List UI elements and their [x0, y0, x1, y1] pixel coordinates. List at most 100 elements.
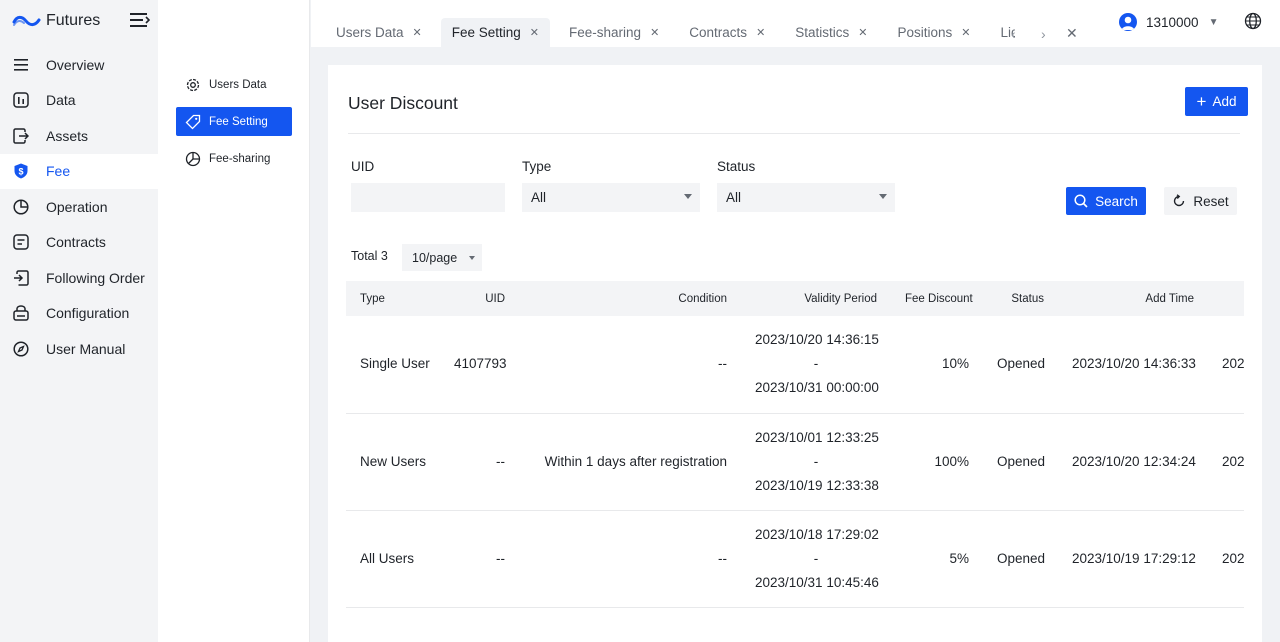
status-select[interactable]: All	[717, 183, 895, 212]
cell-validity: 2023/10/18 17:29:02 - 2023/10/31 10:45:4…	[741, 510, 891, 608]
table-row[interactable]: All Users -- -- 2023/10/18 17:29:02 - 20…	[346, 510, 1244, 608]
tab-positions[interactable]: Positions ✕	[887, 18, 982, 47]
tab-label: Fee-sharing	[569, 25, 642, 40]
document-icon	[12, 234, 29, 251]
page-title: User Discount	[348, 93, 458, 113]
subnav-fee-setting[interactable]: Fee Setting	[176, 107, 292, 136]
top-bar: Users Data ✕ Fee Setting ✕ Fee-sharing ✕…	[311, 0, 1280, 47]
search-icon	[1074, 194, 1088, 208]
validity-start: 2023/10/01 12:33:25	[755, 429, 879, 445]
cell-fee-discount: 100%	[891, 413, 983, 511]
tab-fee-setting[interactable]: Fee Setting ✕	[440, 18, 551, 47]
cell-status: Opened	[983, 413, 1058, 511]
main-menu: Overview Data Assets $ Fee Operation Con…	[0, 47, 158, 367]
col-status: Status	[983, 281, 1058, 316]
caret-down-icon: ▼	[1208, 16, 1219, 28]
sidebar-item-contracts[interactable]: Contracts	[0, 225, 158, 261]
subnav-users-data[interactable]: Users Data	[176, 70, 292, 99]
plus-icon: +	[1196, 92, 1207, 111]
sidebar-item-label: Overview	[46, 56, 105, 73]
add-button[interactable]: + Add	[1185, 87, 1248, 116]
sidebar-item-label: Configuration	[46, 305, 130, 322]
subnav-label: Fee-sharing	[209, 152, 271, 165]
bar-chart-icon	[12, 92, 29, 109]
add-button-label: Add	[1212, 94, 1237, 109]
cell-add-time: 2023/10/20 12:34:24	[1058, 413, 1208, 511]
chevron-right-icon[interactable]: ›	[1041, 26, 1046, 42]
tab-statistics[interactable]: Statistics ✕	[784, 18, 878, 47]
close-all-tabs-icon[interactable]: ✕	[1066, 25, 1078, 42]
futures-logo-icon	[12, 15, 41, 27]
tab-contracts[interactable]: Contracts ✕	[678, 18, 776, 47]
search-button[interactable]: Search	[1066, 187, 1146, 215]
menu-collapse-icon[interactable]	[130, 12, 150, 28]
sidebar-item-data[interactable]: Data	[0, 83, 158, 119]
col-uid: UID	[440, 281, 519, 316]
sidebar-item-user-manual[interactable]: User Manual	[0, 331, 158, 367]
follow-icon	[12, 269, 29, 286]
reset-button[interactable]: Reset	[1164, 187, 1237, 215]
user-menu[interactable]: 1310000 ▼	[1119, 10, 1218, 34]
sidebar-item-overview[interactable]: Overview	[0, 47, 158, 83]
sidebar-item-operation[interactable]: Operation	[0, 189, 158, 225]
table-row[interactable]: New Users -- Within 1 days after registr…	[346, 413, 1244, 511]
col-condition: Condition	[519, 281, 741, 316]
close-icon[interactable]: ✕	[530, 26, 539, 39]
tab-strip: Users Data ✕ Fee Setting ✕ Fee-sharing ✕…	[325, 18, 1015, 47]
export-icon	[12, 127, 29, 144]
col-type: Type	[346, 281, 440, 316]
col-fee-discount: Fee Discount	[891, 281, 983, 316]
user-name: 1310000	[1146, 14, 1199, 30]
cell-condition: --	[519, 510, 741, 608]
sub-sidebar: Users Data Fee Setting Fee-sharing	[158, 0, 310, 642]
sidebar-item-following-order[interactable]: Following Order	[0, 260, 158, 296]
caret-down-icon	[469, 256, 475, 260]
sidebar-item-fee[interactable]: $ Fee	[0, 153, 158, 189]
main-sidebar: Futures Overview Data Assets $ Fee Opera…	[0, 0, 158, 642]
cell-uid: --	[440, 510, 519, 608]
status-select-value: All	[726, 190, 742, 205]
config-icon	[12, 305, 29, 322]
svg-text:$: $	[18, 167, 23, 177]
col-add-time: Add Time	[1058, 281, 1208, 316]
validity-separator: -	[813, 550, 819, 566]
globe-icon[interactable]	[1244, 12, 1262, 30]
reset-button-label: Reset	[1193, 193, 1229, 209]
cell-uid: --	[440, 413, 519, 511]
close-icon[interactable]: ✕	[756, 26, 765, 39]
sidebar-item-label: Contracts	[46, 234, 106, 251]
compass-icon	[12, 340, 29, 357]
close-icon[interactable]: ✕	[961, 26, 970, 39]
close-icon[interactable]: ✕	[858, 26, 867, 39]
table-row[interactable]: Single User 4107793 -- 2023/10/20 14:36:…	[346, 316, 1244, 414]
page-size-select[interactable]: 10/page	[402, 244, 482, 271]
tab-label: Contracts	[689, 25, 748, 40]
cell-add-time: 2023/10/20 14:36:33	[1058, 316, 1208, 414]
table-header-row: Type UID Condition Validity Period Fee D…	[346, 281, 1244, 316]
clock-icon	[12, 198, 29, 215]
type-select-value: All	[531, 190, 547, 205]
col-validity: Validity Period	[741, 281, 891, 316]
tab-label: Positions	[897, 25, 953, 40]
sidebar-item-label: Assets	[46, 127, 89, 144]
cell-validity: 2023/10/01 12:33:25 - 2023/10/19 12:33:3…	[741, 413, 891, 511]
subnav-fee-sharing[interactable]: Fee-sharing	[176, 144, 292, 173]
brand[interactable]: Futures	[12, 8, 100, 34]
cell-fee-discount: 5%	[891, 510, 983, 608]
discount-table: Type UID Condition Validity Period Fee D…	[346, 281, 1244, 642]
uid-input[interactable]	[351, 183, 505, 212]
shield-dollar-icon: $	[12, 163, 29, 180]
cell-condition: --	[519, 316, 741, 414]
sidebar-item-configuration[interactable]: Configuration	[0, 296, 158, 332]
type-select[interactable]: All	[522, 183, 700, 212]
close-icon[interactable]: ✕	[413, 26, 422, 39]
chevron-left-icon[interactable]: ‹	[1011, 26, 1016, 42]
sidebar-item-assets[interactable]: Assets	[0, 118, 158, 154]
validity-separator: -	[813, 453, 819, 469]
tab-fee-sharing[interactable]: Fee-sharing ✕	[558, 18, 670, 47]
cell-extra: 2023/	[1208, 316, 1244, 414]
subnav-label: Fee Setting	[209, 115, 268, 128]
content-card: User Discount + Add UID Type All Status …	[328, 65, 1262, 642]
close-icon[interactable]: ✕	[650, 26, 659, 39]
tab-users-data[interactable]: Users Data ✕	[325, 18, 433, 47]
